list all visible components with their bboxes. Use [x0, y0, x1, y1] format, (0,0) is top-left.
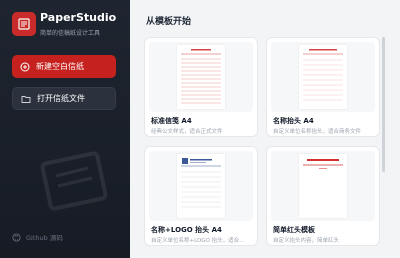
open-paper-file-button[interactable]: 打开信纸文件 — [12, 87, 116, 110]
template-description: 自定义单位名称+LOGO 抬头，适合... — [151, 238, 245, 244]
template-description: 自定义单位名称抬头，适合商务文件 — [273, 129, 362, 135]
decorative-paper-illustration — [38, 150, 118, 224]
folder-icon — [21, 94, 31, 104]
template-description: 经典公文样式，适合正式文件 — [151, 129, 223, 135]
open-paper-file-label: 打开信纸文件 — [37, 94, 85, 103]
sidebar: PaperStudio 简单的信稿纸设计工具 新建空白信纸 打开信纸文件 Git… — [0, 0, 130, 258]
template-card-standard-letter[interactable]: 标准信笺 A4 经典公文样式，适合正式文件 — [144, 37, 258, 137]
new-blank-paper-label: 新建空白信纸 — [36, 62, 84, 71]
main-panel: 从模板开始 标准信笺 A4 经典公文样式，适合正式文件 名称抬头 A4 自定义单… — [130, 0, 400, 258]
template-card-name-header[interactable]: 名称抬头 A4 自定义单位名称抬头，适合商务文件 — [266, 37, 380, 137]
template-thumbnail — [271, 151, 375, 221]
template-thumbnail — [149, 42, 253, 112]
new-blank-paper-button[interactable]: 新建空白信纸 — [12, 55, 116, 78]
github-source-link[interactable]: Github 源码 — [12, 232, 63, 242]
vertical-scrollbar[interactable] — [382, 37, 385, 172]
template-title: 名称+LOGO 抬头 A4 — [151, 226, 222, 234]
template-title: 简单红头模板 — [273, 226, 315, 234]
app-subtitle: 简单的信稿纸设计工具 — [40, 30, 101, 37]
template-description: 自定义抬头内容，简单红头 — [273, 238, 340, 244]
github-link-label: Github 源码 — [26, 234, 63, 242]
github-icon — [12, 232, 21, 242]
app-logo-icon — [12, 12, 36, 36]
plus-circle-icon — [20, 62, 30, 72]
template-card-name-logo-header[interactable]: 名称+LOGO 抬头 A4 自定义单位名称+LOGO 抬头，适合... — [144, 146, 258, 246]
section-title: 从模板开始 — [146, 17, 192, 27]
template-title: 名称抬头 A4 — [273, 117, 314, 125]
app-title: PaperStudio — [40, 11, 117, 24]
template-card-simple-red-header[interactable]: 简单红头模板 自定义抬头内容，简单红头 — [266, 146, 380, 246]
template-thumbnail — [149, 151, 253, 221]
template-thumbnail — [271, 42, 375, 112]
template-title: 标准信笺 A4 — [151, 117, 192, 125]
